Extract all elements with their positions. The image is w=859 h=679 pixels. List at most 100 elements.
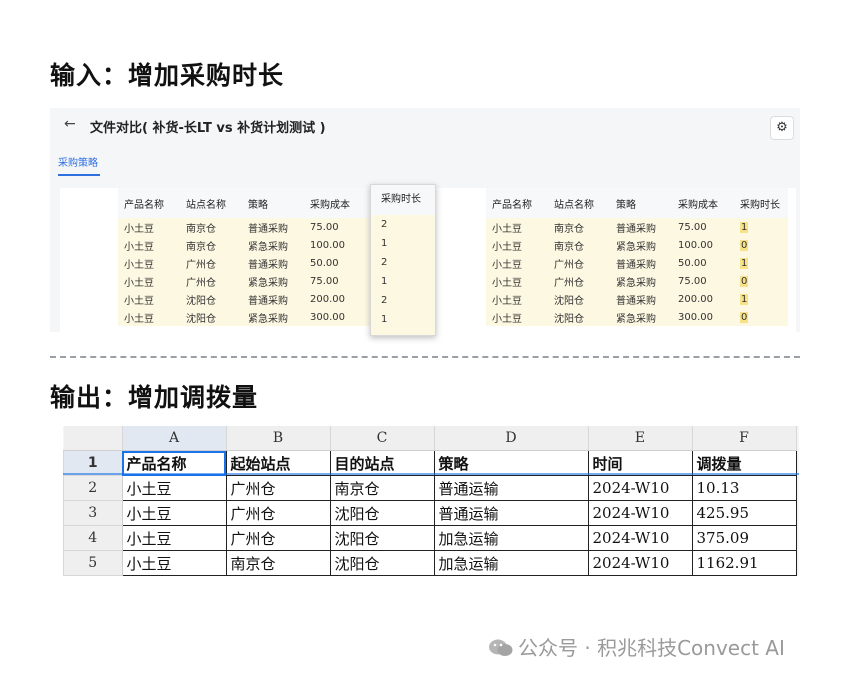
sheet-row: 3 小土豆 广州仓 沈阳仓 普通运输 2024-W10 425.95	[63, 500, 797, 526]
row-number[interactable]: 1	[63, 450, 123, 476]
tab-purchase-strategy[interactable]: 采购策略	[58, 154, 98, 169]
corner-cell[interactable]	[63, 426, 123, 451]
sheet-cell[interactable]: 南京仓	[225, 550, 331, 576]
sheet-cell[interactable]: 2024-W10	[587, 550, 693, 576]
table-cell: 广州仓	[548, 254, 610, 272]
left-table: 产品名称 站点名称 策略 采购成本 小土豆 南京仓 普通采购 75.00 小土豆 南京仓紧…	[118, 188, 376, 326]
table-cell: 75.00	[304, 218, 376, 236]
sheet-cell[interactable]: 2024-W10	[587, 525, 693, 551]
table-cell: 紧急采购	[610, 236, 672, 254]
table-row: 小土豆 沈阳仓 普通采购 200.00	[118, 290, 376, 308]
sheet-cell[interactable]: 小土豆	[121, 500, 227, 526]
sheet-cell[interactable]: 沈阳仓	[329, 500, 435, 526]
table-cell: 紧急采购	[242, 272, 304, 290]
table-cell: 小土豆	[486, 218, 548, 236]
sheet-cell[interactable]: 广州仓	[225, 525, 331, 551]
right-table: 产品名称 站点名称 策略 采购成本 采购时长 小土豆 南京仓 普通采购 75.00 1 小…	[486, 188, 788, 326]
sheet-cell[interactable]: 375.09	[691, 525, 797, 551]
back-arrow-icon[interactable]: ←	[64, 116, 76, 132]
table-cell: 1	[734, 254, 788, 272]
tab-active-indicator	[58, 174, 100, 176]
table-cell: 小土豆	[118, 236, 180, 254]
table-cell: 小土豆	[118, 218, 180, 236]
table-cell: 小土豆	[486, 236, 548, 254]
header-cell[interactable]: 调拨量	[691, 450, 797, 476]
table-cell: 300.00	[672, 308, 734, 326]
table-cell: 200.00	[672, 290, 734, 308]
row-number[interactable]: 4	[63, 525, 123, 551]
table-cell: 小土豆	[118, 254, 180, 272]
header-cell[interactable]: 目的站点	[329, 450, 435, 476]
table-row: 小土豆 南京仓 紧急采购 100.00	[118, 236, 376, 254]
sheet-cell[interactable]: 2024-W10	[587, 475, 693, 501]
purchase-duration-popout: 采购时长 2 1 2 1 2 1	[370, 184, 436, 336]
popout-header: 采购时长	[371, 185, 435, 215]
column-header[interactable]: F	[692, 426, 797, 451]
left-col-header: 策略	[242, 188, 304, 218]
watermark: 公众号 · 积兆科技Convect AI	[488, 632, 785, 661]
right-col-header: 采购时长	[734, 188, 788, 218]
sheet-cell[interactable]: 南京仓	[329, 475, 435, 501]
gear-icon[interactable]: ⚙	[770, 116, 794, 140]
table-cell: 紧急采购	[242, 308, 304, 326]
sheet-cell[interactable]: 小土豆	[121, 525, 227, 551]
row-number[interactable]: 5	[63, 550, 123, 576]
sheet-row: 5 小土豆 南京仓 沈阳仓 加急运输 2024-W10 1162.91	[63, 550, 797, 576]
column-header[interactable]: E	[588, 426, 693, 451]
table-cell: 紧急采购	[610, 308, 672, 326]
changed-value: 1	[740, 257, 749, 269]
header-cell[interactable]: 时间	[587, 450, 693, 476]
table-row: 小土豆 沈阳仓 紧急采购 300.00	[118, 308, 376, 326]
table-cell: 1	[734, 218, 788, 236]
right-col-header: 产品名称	[486, 188, 548, 218]
table-row: 小土豆 南京仓 紧急采购 100.00 0	[486, 236, 788, 254]
row-number[interactable]: 2	[63, 475, 123, 501]
panel-title: 文件对比( 补货-长LT vs 补货计划测试 )	[90, 121, 326, 136]
header-cell[interactable]: 产品名称	[121, 450, 227, 476]
table-cell: 南京仓	[180, 236, 242, 254]
sheet-cell[interactable]: 1162.91	[691, 550, 797, 576]
changed-value: 0	[740, 239, 749, 251]
sheet-cell[interactable]: 广州仓	[225, 500, 331, 526]
table-cell: 75.00	[672, 218, 734, 236]
dashed-divider	[50, 356, 800, 358]
header-cell[interactable]: 起始站点	[225, 450, 331, 476]
sheet-cell[interactable]: 加急运输	[433, 525, 589, 551]
right-col-header: 采购成本	[672, 188, 734, 218]
sheet-cell[interactable]: 普通运输	[433, 475, 589, 501]
table-row: 小土豆 广州仓 紧急采购 75.00 0	[486, 272, 788, 290]
sheet-cell[interactable]: 2024-W10	[587, 500, 693, 526]
sheet-cell[interactable]: 小土豆	[121, 475, 227, 501]
table-cell: 广州仓	[180, 254, 242, 272]
row-selection-line	[63, 473, 799, 475]
popout-cell: 2	[381, 257, 388, 268]
sheet-cell[interactable]: 小土豆	[121, 550, 227, 576]
changed-value: 0	[740, 311, 749, 323]
table-cell: 小土豆	[118, 272, 180, 290]
sheet-cell[interactable]: 普通运输	[433, 500, 589, 526]
table-cell: 沈阳仓	[180, 290, 242, 308]
input-screenshot-panel: ← 文件对比( 补货-长LT vs 补货计划测试 ) ⚙ 采购策略 产品名称 站…	[50, 108, 800, 336]
header-cell[interactable]: 策略	[433, 450, 589, 476]
sheet-cell[interactable]: 425.95	[691, 500, 797, 526]
column-header[interactable]: D	[434, 426, 589, 451]
sheet-cell[interactable]: 广州仓	[225, 475, 331, 501]
row-number[interactable]: 3	[63, 500, 123, 526]
sheet-cell[interactable]: 10.13	[691, 475, 797, 501]
column-header[interactable]: C	[330, 426, 435, 451]
table-cell: 100.00	[304, 236, 376, 254]
popout-cell: 1	[381, 314, 388, 325]
table-cell: 普通采购	[610, 254, 672, 272]
right-col-header: 站点名称	[548, 188, 610, 218]
sheet-cell[interactable]: 加急运输	[433, 550, 589, 576]
table-cell: 小土豆	[486, 272, 548, 290]
changed-value: 1	[740, 221, 749, 233]
column-header[interactable]: A	[122, 426, 227, 451]
sheet-cell[interactable]: 沈阳仓	[329, 525, 435, 551]
table-cell: 紧急采购	[242, 236, 304, 254]
table-cell: 0	[734, 308, 788, 326]
column-header[interactable]: B	[226, 426, 331, 451]
sheet-cell[interactable]: 沈阳仓	[329, 550, 435, 576]
left-col-header: 站点名称	[180, 188, 242, 218]
table-cell: 0	[734, 272, 788, 290]
